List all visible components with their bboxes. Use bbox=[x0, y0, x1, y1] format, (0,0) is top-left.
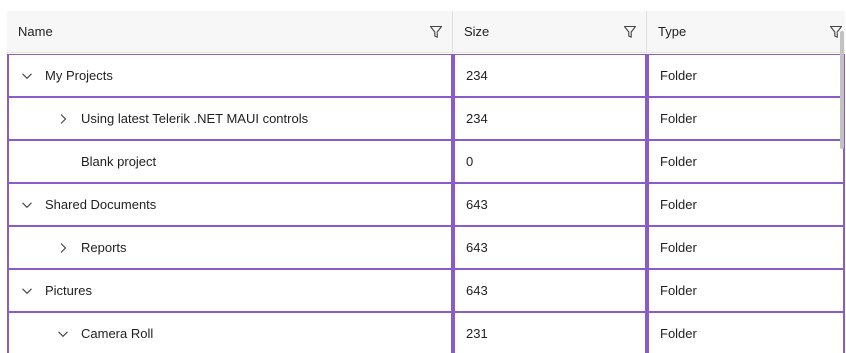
cell-type[interactable]: Folder bbox=[647, 312, 845, 353]
row-size-value: 643 bbox=[466, 197, 488, 212]
table-row[interactable]: Using latest Telerik .NET MAUI controls 2… bbox=[7, 97, 845, 140]
cell-type[interactable]: Folder bbox=[647, 54, 845, 97]
row-type-value: Folder bbox=[660, 154, 697, 169]
vertical-scrollbar[interactable] bbox=[840, 31, 844, 149]
row-type-value: Folder bbox=[660, 197, 697, 212]
cell-name[interactable]: Using latest Telerik .NET MAUI controls bbox=[7, 97, 453, 140]
cell-name[interactable]: Reports bbox=[7, 226, 453, 269]
row-size-value: 0 bbox=[466, 154, 474, 169]
row-type-value: Folder bbox=[660, 326, 697, 341]
cell-type[interactable]: Folder bbox=[647, 226, 845, 269]
row-name-label: Using latest Telerik .NET MAUI controls bbox=[81, 111, 309, 126]
cell-type[interactable]: Folder bbox=[647, 140, 845, 183]
row-size-value: 234 bbox=[466, 68, 488, 83]
column-header-label: Type bbox=[658, 24, 687, 39]
row-size-value: 234 bbox=[466, 111, 488, 126]
column-header-type[interactable]: Type bbox=[647, 11, 845, 53]
row-name-label: Shared Documents bbox=[45, 197, 157, 212]
row-size-value: 231 bbox=[466, 326, 488, 341]
column-header-row: Name Size Type bbox=[7, 11, 845, 53]
table-row[interactable]: Pictures 643 Folder bbox=[7, 269, 845, 312]
cell-size[interactable]: 643 bbox=[453, 269, 647, 312]
table-row[interactable]: Shared Documents 643 Folder bbox=[7, 183, 845, 226]
cell-size[interactable]: 234 bbox=[453, 54, 647, 97]
cell-name[interactable]: Blank project bbox=[7, 140, 453, 183]
table-row[interactable]: Reports 643 Folder bbox=[7, 226, 845, 269]
table-row[interactable]: Blank project 0 Folder bbox=[7, 140, 845, 183]
chevron-right-icon[interactable] bbox=[57, 113, 69, 125]
row-type-value: Folder bbox=[660, 68, 697, 83]
cell-type[interactable]: Folder bbox=[647, 269, 845, 312]
table-row[interactable]: My Projects 234 Folder bbox=[7, 54, 845, 97]
filter-icon[interactable] bbox=[623, 25, 637, 39]
cell-type[interactable]: Folder bbox=[647, 183, 845, 226]
cell-name[interactable]: Pictures bbox=[7, 269, 453, 312]
cell-type[interactable]: Folder bbox=[647, 97, 845, 140]
row-type-value: Folder bbox=[660, 283, 697, 298]
chevron-down-icon[interactable] bbox=[57, 328, 69, 340]
cell-name[interactable]: Camera Roll bbox=[7, 312, 453, 353]
row-name-label: Pictures bbox=[45, 283, 92, 298]
cell-name[interactable]: Shared Documents bbox=[7, 183, 453, 226]
tree-data-grid: Name Size Type My Projects 234 Folder Using… bbox=[7, 11, 845, 353]
row-name-label: Reports bbox=[81, 240, 127, 255]
row-name-label: Camera Roll bbox=[81, 326, 154, 341]
chevron-down-icon[interactable] bbox=[21, 285, 33, 297]
chevron-down-icon[interactable] bbox=[21, 199, 33, 211]
table-row[interactable]: Camera Roll 231 Folder bbox=[7, 312, 845, 353]
cell-size[interactable]: 643 bbox=[453, 183, 647, 226]
cell-size[interactable]: 643 bbox=[453, 226, 647, 269]
cell-size[interactable]: 231 bbox=[453, 312, 647, 353]
cell-name[interactable]: My Projects bbox=[7, 54, 453, 97]
cell-size[interactable]: 0 bbox=[453, 140, 647, 183]
row-name-label: My Projects bbox=[45, 68, 113, 83]
column-header-name[interactable]: Name bbox=[7, 11, 453, 53]
row-size-value: 643 bbox=[466, 240, 488, 255]
row-type-value: Folder bbox=[660, 240, 697, 255]
chevron-down-icon[interactable] bbox=[21, 70, 33, 82]
row-name-label: Blank project bbox=[81, 154, 157, 169]
row-type-value: Folder bbox=[660, 111, 697, 126]
column-header-label: Size bbox=[464, 24, 490, 39]
row-size-value: 643 bbox=[466, 283, 488, 298]
chevron-right-icon[interactable] bbox=[57, 242, 69, 254]
column-header-size[interactable]: Size bbox=[453, 11, 647, 53]
column-header-label: Name bbox=[18, 24, 53, 39]
filter-icon[interactable] bbox=[429, 25, 443, 39]
cell-size[interactable]: 234 bbox=[453, 97, 647, 140]
